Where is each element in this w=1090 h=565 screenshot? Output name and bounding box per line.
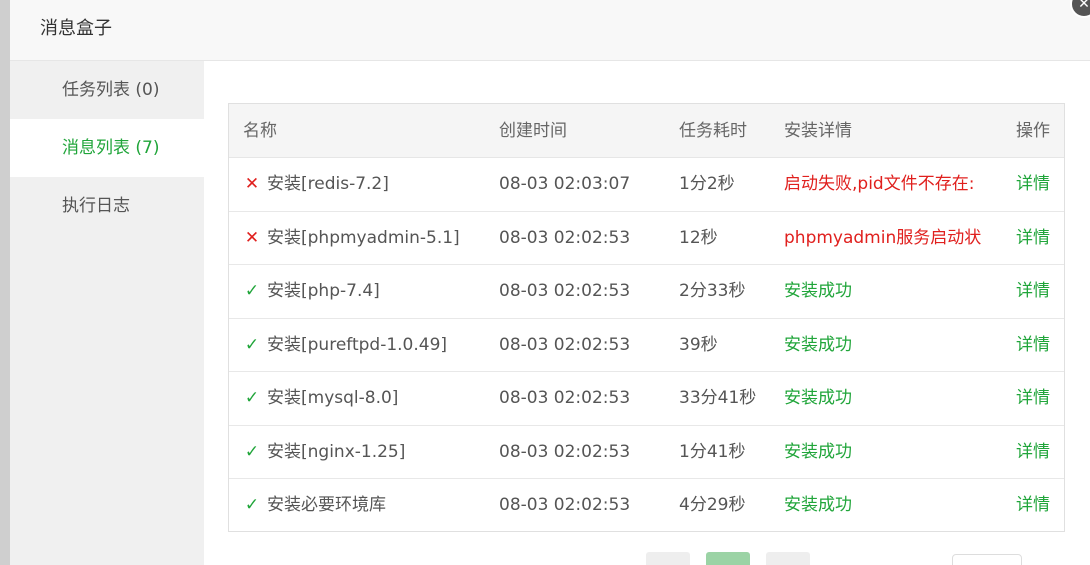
install-detail: 安装成功: [784, 441, 852, 462]
task-duration: 2分33秒: [679, 281, 746, 301]
dialog-sidebar: 任务列表 (0) 消息列表 (7) 执行日志: [10, 61, 204, 565]
table-row: ✓ 安装必要环境库 08-03 02:02:53 4分29秒 安装成功 详情: [229, 479, 1064, 533]
success-check-icon: ✓: [244, 495, 260, 515]
column-header-action: 操作: [1016, 121, 1050, 141]
fail-cross-icon: ✕: [244, 174, 260, 194]
created-time: 08-03 02:02:53: [499, 441, 631, 462]
detail-link[interactable]: 详情: [1016, 479, 1061, 532]
detail-link[interactable]: 详情: [1016, 319, 1061, 372]
install-detail: 启动失败,pid文件不存在:: [784, 174, 975, 194]
table-row: ✕ 安装[redis-7.2] 08-03 02:03:07 1分2秒 启动失败,pid…: [229, 158, 1064, 212]
task-name: ✕ 安装[redis-7.2]: [243, 158, 493, 211]
task-duration: 33分41秒: [679, 388, 757, 408]
detail-link[interactable]: 详情: [1016, 265, 1061, 318]
pager-size-select[interactable]: [952, 554, 1022, 565]
install-detail: phpmyadmin服务启动状: [784, 227, 982, 248]
pager-prev-button[interactable]: [646, 552, 690, 565]
table-row: ✕ 安装[phpmyadmin-5.1] 08-03 02:02:53 12秒 phpm…: [229, 212, 1064, 265]
task-name-text: 安装[php-7.4]: [267, 281, 380, 301]
task-name: ✓ 安装[mysql-8.0]: [243, 372, 493, 425]
success-check-icon: ✓: [244, 441, 260, 462]
task-name: ✓ 安装[php-7.4]: [243, 265, 493, 318]
success-check-icon: ✓: [244, 334, 260, 355]
pager-next-button[interactable]: [766, 552, 810, 565]
message-box-dialog: 消息盒子 任务列表 (0) 消息列表 (7) 执行日志 名称 创建时间 任务耗时…: [10, 0, 1090, 565]
task-duration: 12秒: [679, 227, 718, 248]
install-detail: 安装成功: [784, 495, 852, 515]
created-time: 08-03 02:02:53: [499, 281, 631, 301]
created-time: 08-03 02:02:53: [499, 495, 631, 515]
task-duration: 1分41秒: [679, 441, 746, 462]
created-time: 08-03 02:02:53: [499, 227, 631, 248]
task-name-text: 安装[nginx-1.25]: [267, 441, 406, 462]
table-row: ✓ 安装[mysql-8.0] 08-03 02:02:53 33分41秒 安装成功 详情: [229, 372, 1064, 426]
table-row: ✓ 安装[php-7.4] 08-03 02:02:53 2分33秒 安装成功 详情: [229, 265, 1064, 319]
column-header-name: 名称: [243, 121, 277, 141]
sidebar-item-task-list[interactable]: 任务列表 (0): [10, 61, 204, 119]
sidebar-item-execution-log[interactable]: 执行日志: [10, 177, 204, 235]
task-name: ✓ 安装[nginx-1.25]: [243, 426, 493, 479]
message-table: 名称 创建时间 任务耗时 安装详情 操作 ✕ 安装[redis-7.2] 08-03…: [228, 103, 1065, 532]
task-name-text: 安装必要环境库: [267, 495, 386, 515]
dialog-title: 消息盒子: [40, 18, 112, 39]
detail-link[interactable]: 详情: [1016, 372, 1061, 425]
task-name: ✕ 安装[phpmyadmin-5.1]: [243, 212, 493, 265]
table-row: ✓ 安装[pureftpd-1.0.49] 08-03 02:02:53 39秒 安装成…: [229, 319, 1064, 372]
task-name-text: 安装[phpmyadmin-5.1]: [267, 227, 460, 248]
task-duration: 39秒: [679, 334, 718, 355]
detail-link[interactable]: 详情: [1016, 158, 1061, 211]
success-check-icon: ✓: [244, 281, 260, 301]
task-name: ✓ 安装[pureftpd-1.0.49]: [243, 319, 493, 372]
sidebar-item-message-list[interactable]: 消息列表 (7): [10, 119, 204, 177]
task-name: ✓ 安装必要环境库: [243, 479, 493, 532]
column-header-created: 创建时间: [499, 121, 567, 141]
install-detail: 安装成功: [784, 388, 852, 408]
created-time: 08-03 02:03:07: [499, 174, 631, 194]
table-row: ✓ 安装[nginx-1.25] 08-03 02:02:53 1分41秒 安装成功 详情: [229, 426, 1064, 479]
table-header: 名称 创建时间 任务耗时 安装详情 操作: [229, 104, 1064, 158]
task-duration: 1分2秒: [679, 174, 735, 194]
dialog-header: 消息盒子: [10, 0, 1090, 61]
task-duration: 4分29秒: [679, 495, 746, 515]
install-detail: 安装成功: [784, 281, 852, 301]
created-time: 08-03 02:02:53: [499, 388, 631, 408]
fail-cross-icon: ✕: [244, 227, 260, 248]
pager-current-page[interactable]: [706, 552, 750, 565]
task-name-text: 安装[redis-7.2]: [267, 174, 389, 194]
detail-link[interactable]: 详情: [1016, 426, 1061, 479]
install-detail: 安装成功: [784, 334, 852, 355]
created-time: 08-03 02:02:53: [499, 334, 631, 355]
success-check-icon: ✓: [244, 388, 260, 408]
detail-link[interactable]: 详情: [1016, 212, 1061, 265]
column-header-detail: 安装详情: [784, 121, 852, 141]
task-name-text: 安装[pureftpd-1.0.49]: [267, 334, 448, 355]
column-header-duration: 任务耗时: [679, 121, 747, 141]
task-name-text: 安装[mysql-8.0]: [267, 388, 399, 408]
